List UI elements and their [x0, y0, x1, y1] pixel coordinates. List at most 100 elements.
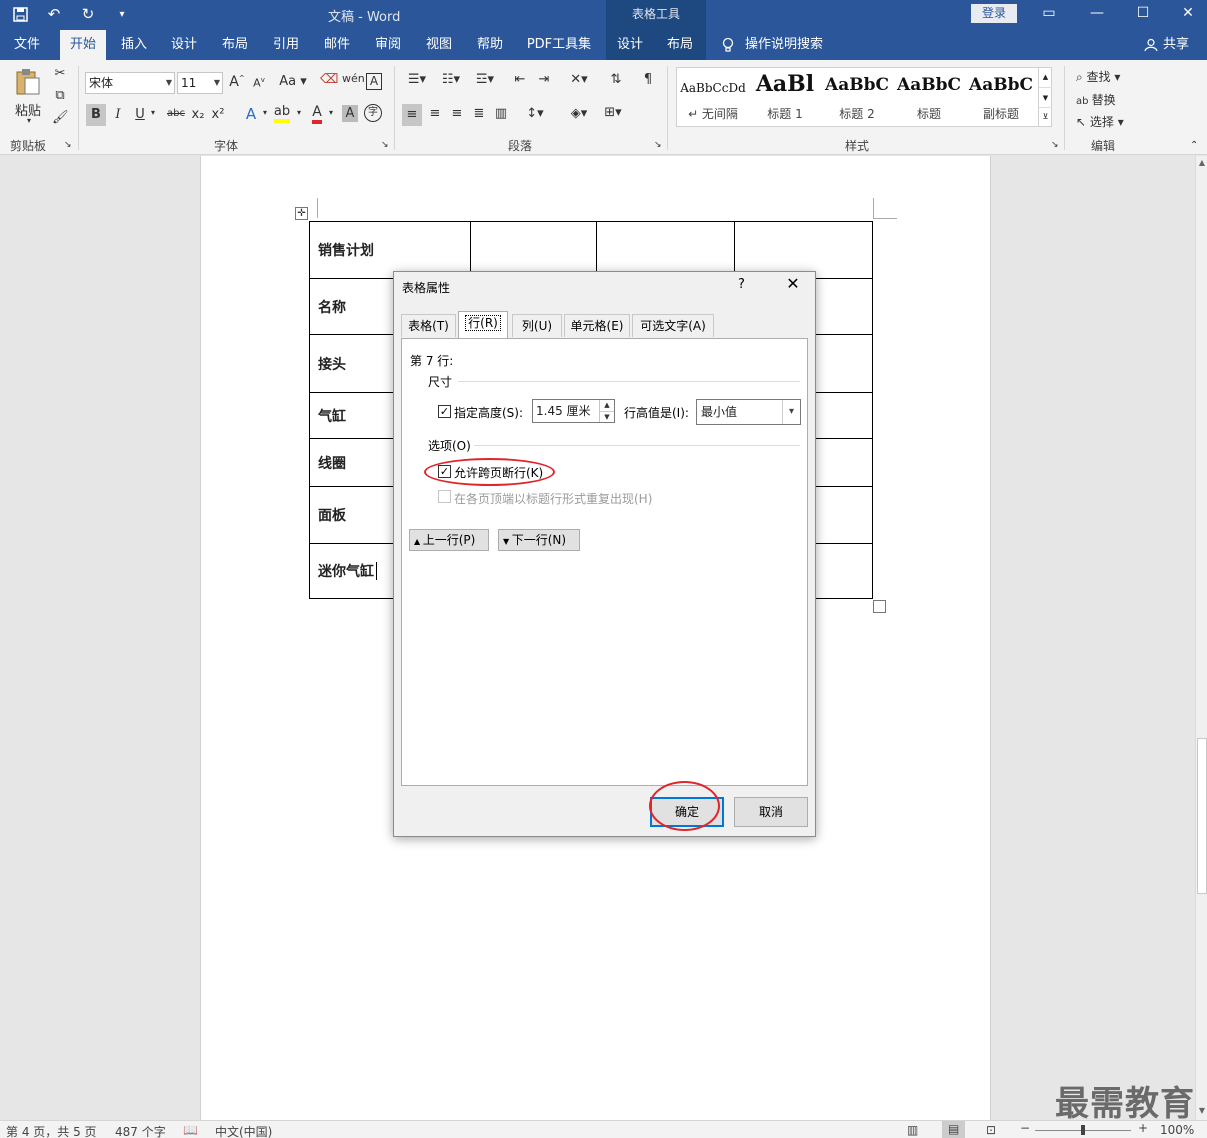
- table-move-handle-icon[interactable]: ✛: [295, 207, 308, 220]
- save-icon[interactable]: [10, 4, 30, 24]
- character-border-icon[interactable]: A: [366, 73, 382, 90]
- tab-insert[interactable]: 插入: [112, 30, 156, 60]
- chevron-down-icon[interactable]: ▾: [782, 400, 800, 424]
- tab-references[interactable]: 引用: [264, 30, 308, 60]
- select-button[interactable]: ↖ 选择 ▾: [1076, 113, 1124, 130]
- zoom-out-button[interactable]: −: [1020, 1121, 1030, 1135]
- align-left-icon[interactable]: ≡: [402, 104, 422, 126]
- page-count[interactable]: 第 4 页，共 5 页: [6, 1123, 97, 1138]
- tab-column[interactable]: 列(U): [512, 314, 562, 337]
- align-center-icon[interactable]: ≡: [426, 106, 444, 121]
- chevron-up-icon[interactable]: ▲: [1039, 67, 1052, 87]
- login-button[interactable]: 登录: [971, 4, 1017, 23]
- font-color-icon[interactable]: A: [308, 104, 326, 124]
- cut-icon[interactable]: ✂: [52, 66, 68, 81]
- borders-icon[interactable]: ⊞▾: [598, 105, 628, 120]
- shrink-font-button[interactable]: Av: [251, 76, 267, 90]
- customize-qat-icon[interactable]: ▾: [112, 4, 132, 24]
- character-shading-icon[interactable]: A: [342, 105, 358, 122]
- multilevel-list-icon[interactable]: ☲▾: [470, 72, 500, 87]
- close-window-icon[interactable]: ✕: [1177, 3, 1199, 25]
- format-painter-icon[interactable]: 🖌: [52, 110, 69, 125]
- chevron-down-icon[interactable]: ▼: [1039, 87, 1052, 107]
- decrease-indent-icon[interactable]: ⇤: [510, 72, 530, 87]
- tab-help[interactable]: 帮助: [468, 30, 512, 60]
- ribbon-display-options-icon[interactable]: ▭: [1038, 3, 1060, 25]
- tab-table[interactable]: 表格(T): [401, 314, 456, 337]
- subscript-button[interactable]: x₂: [190, 107, 206, 122]
- italic-button[interactable]: I: [110, 107, 126, 122]
- font-family-combo[interactable]: 宋体 ▼: [85, 72, 175, 94]
- strikethrough-button[interactable]: abc: [164, 108, 188, 119]
- more-styles-icon[interactable]: ⊻: [1039, 107, 1052, 125]
- paragraph-launcher-icon[interactable]: ↘: [654, 140, 662, 150]
- style-no-spacing[interactable]: AaBbCcDd ↵ 无间隔: [677, 68, 749, 126]
- share-button[interactable]: 共享: [1160, 30, 1192, 60]
- tell-me-search[interactable]: 操作说明搜索: [742, 30, 826, 60]
- tab-review[interactable]: 审阅: [366, 30, 410, 60]
- styles-launcher-icon[interactable]: ↘: [1051, 140, 1059, 150]
- chevron-down-icon[interactable]: ▾: [326, 108, 336, 117]
- spin-up-icon[interactable]: ▲: [600, 400, 614, 411]
- style-title[interactable]: AaBbC 标题: [893, 68, 965, 126]
- height-spinner[interactable]: 1.45 厘米 ▲ ▼: [532, 399, 615, 423]
- scroll-down-icon[interactable]: ▼: [1196, 1106, 1207, 1115]
- tab-pdf-tools[interactable]: PDF工具集: [522, 30, 596, 60]
- text-effects-icon[interactable]: A: [242, 105, 260, 123]
- specify-height-checkbox[interactable]: ✓: [438, 405, 451, 418]
- superscript-button[interactable]: x²: [210, 107, 226, 122]
- zoom-level[interactable]: 100%: [1160, 1123, 1194, 1137]
- phonetic-guide-icon[interactable]: wén: [342, 72, 365, 85]
- chevron-down-icon[interactable]: ▾: [294, 108, 304, 117]
- previous-row-button[interactable]: ▲ 上一行(P): [409, 529, 489, 551]
- style-heading-1[interactable]: AaBl 标题 1: [749, 68, 821, 126]
- copy-icon[interactable]: ⧉: [52, 88, 68, 103]
- grow-font-button[interactable]: A^: [229, 74, 245, 90]
- bullets-icon[interactable]: ☰▾: [402, 72, 432, 87]
- clipboard-launcher-icon[interactable]: ↘: [64, 140, 72, 150]
- language-indicator[interactable]: 中文(中国): [215, 1123, 272, 1138]
- highlight-icon[interactable]: ab: [272, 104, 292, 123]
- table-resize-handle[interactable]: [873, 600, 886, 613]
- web-layout-icon[interactable]: ⊡: [986, 1123, 996, 1137]
- spin-down-icon[interactable]: ▼: [600, 411, 614, 422]
- height-rule-select[interactable]: 最小值 ▾: [696, 399, 801, 425]
- clear-formatting-icon[interactable]: ⌫: [320, 72, 338, 87]
- increase-indent-icon[interactable]: ⇥: [534, 72, 554, 87]
- numbering-icon[interactable]: ☷▾: [436, 72, 466, 87]
- repeat-header-checkbox[interactable]: [438, 490, 451, 503]
- collapse-ribbon-icon[interactable]: ⌃: [1190, 140, 1198, 151]
- chinese-layout-icon[interactable]: ✕▾: [564, 72, 594, 87]
- style-heading-2[interactable]: AaBbC 标题 2: [821, 68, 893, 126]
- close-icon[interactable]: ✕: [783, 274, 803, 294]
- allow-break-checkbox[interactable]: ✓: [438, 465, 451, 478]
- help-button[interactable]: ?: [738, 277, 745, 292]
- chevron-down-icon[interactable]: ▾: [148, 108, 158, 117]
- tab-mailings[interactable]: 邮件: [315, 30, 359, 60]
- next-row-button[interactable]: ▼ 下一行(N): [498, 529, 580, 551]
- style-subtitle[interactable]: AaBbC 副标题: [965, 68, 1037, 126]
- read-mode-icon[interactable]: ▥: [907, 1123, 918, 1137]
- tab-view[interactable]: 视图: [417, 30, 461, 60]
- scroll-up-icon[interactable]: ▲: [1196, 158, 1207, 167]
- enclose-characters-icon[interactable]: 字: [364, 104, 382, 122]
- change-case-button[interactable]: Aa ▾: [278, 74, 308, 89]
- table-cell[interactable]: [734, 221, 873, 279]
- find-button[interactable]: ⌕ 查找 ▾: [1076, 68, 1120, 85]
- minimize-icon[interactable]: —: [1086, 3, 1108, 25]
- cancel-button[interactable]: 取消: [734, 797, 808, 827]
- justify-icon[interactable]: ≣: [470, 106, 488, 121]
- tab-table-design[interactable]: 设计: [608, 30, 652, 60]
- ok-button[interactable]: 确定: [650, 797, 724, 827]
- shading-icon[interactable]: ◈▾: [564, 106, 594, 121]
- table-cell[interactable]: [596, 221, 735, 279]
- zoom-slider-thumb[interactable]: [1081, 1125, 1085, 1135]
- line-spacing-icon[interactable]: ↕▾: [520, 106, 550, 121]
- word-count[interactable]: 487 个字: [115, 1123, 166, 1138]
- tab-design[interactable]: 设计: [162, 30, 206, 60]
- vertical-scrollbar[interactable]: ▲ ▼: [1195, 156, 1207, 1120]
- underline-button[interactable]: U: [132, 107, 148, 122]
- paste-dropdown-icon[interactable]: ▾: [24, 116, 34, 125]
- table-cell[interactable]: 销售计划: [309, 221, 471, 279]
- maximize-icon[interactable]: ☐: [1132, 3, 1154, 25]
